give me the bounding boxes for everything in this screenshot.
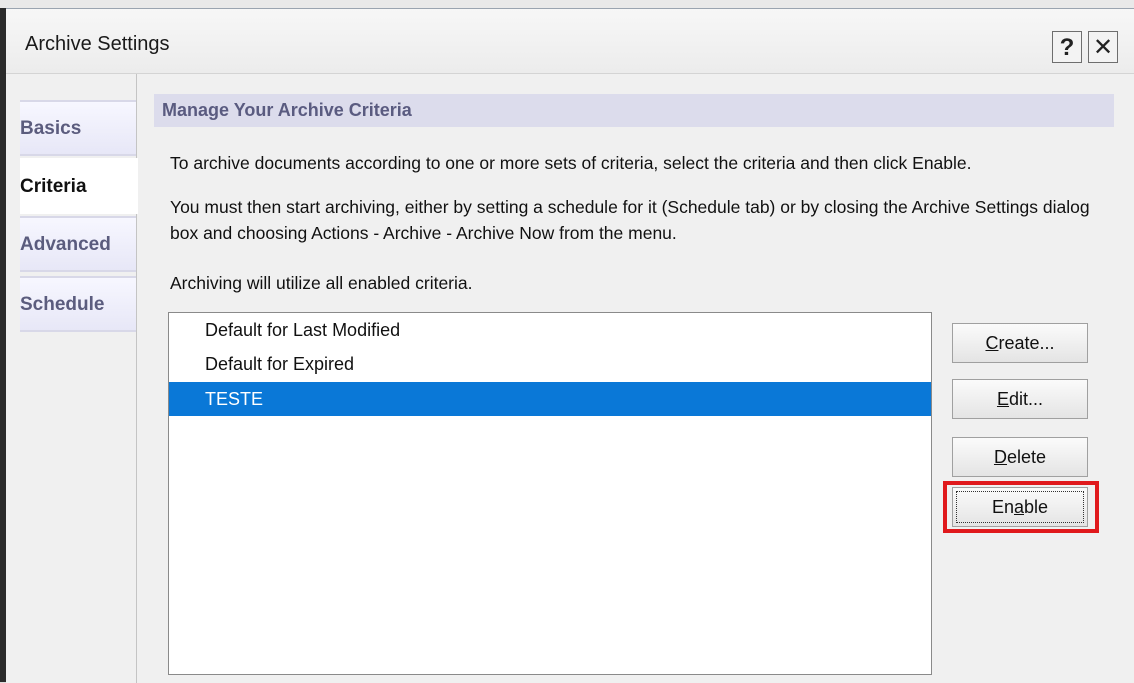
criteria-panel: Manage Your Archive Criteria To archive … [136, 74, 1134, 683]
dialog-title: Archive Settings [25, 33, 170, 55]
top-strip [0, 0, 1134, 8]
tab-basics[interactable]: Basics [20, 100, 136, 156]
archiving-note-text: You must then start archiving, either by… [170, 197, 1090, 243]
instruction-text: To archive documents according to one or… [170, 153, 972, 173]
tab-label: Advanced [20, 234, 111, 255]
close-button[interactable]: ✕ [1088, 31, 1118, 63]
title-bar: Archive Settings ? ✕ [6, 9, 1134, 74]
edit-button[interactable]: Edit... [952, 379, 1088, 419]
highlight-annotation [943, 481, 1099, 533]
create-button[interactable]: Create... [952, 323, 1088, 363]
list-item[interactable]: Default for Last Modified [169, 313, 931, 347]
criteria-listbox[interactable]: Default for Last Modified Default for Ex… [168, 312, 932, 675]
help-button[interactable]: ? [1052, 31, 1082, 63]
list-item[interactable]: Default for Expired [169, 347, 931, 381]
button-label: reate... [998, 333, 1055, 353]
tab-schedule[interactable]: Schedule [20, 276, 136, 332]
tab-label: Basics [20, 118, 82, 139]
list-item-selected[interactable]: TESTE [169, 382, 931, 416]
archive-settings-dialog: Archive Settings ? ✕ Basics Criteria Adv… [6, 8, 1134, 683]
mnemonic: C [985, 333, 999, 353]
mnemonic: E [996, 389, 1009, 409]
button-label: dit... [1009, 389, 1044, 409]
tab-label: Criteria [20, 176, 87, 197]
tab-sidebar: Basics Criteria Advanced Schedule [6, 74, 138, 683]
section-heading: Manage Your Archive Criteria [154, 94, 1114, 127]
tab-advanced[interactable]: Advanced [20, 216, 136, 272]
enabled-criteria-note: Archiving will utilize all enabled crite… [170, 273, 473, 293]
tab-criteria[interactable]: Criteria [20, 158, 138, 214]
tab-label: Schedule [20, 294, 105, 315]
delete-button[interactable]: Delete [952, 437, 1088, 477]
mnemonic: D [993, 447, 1007, 467]
button-label: elete [1006, 447, 1047, 467]
